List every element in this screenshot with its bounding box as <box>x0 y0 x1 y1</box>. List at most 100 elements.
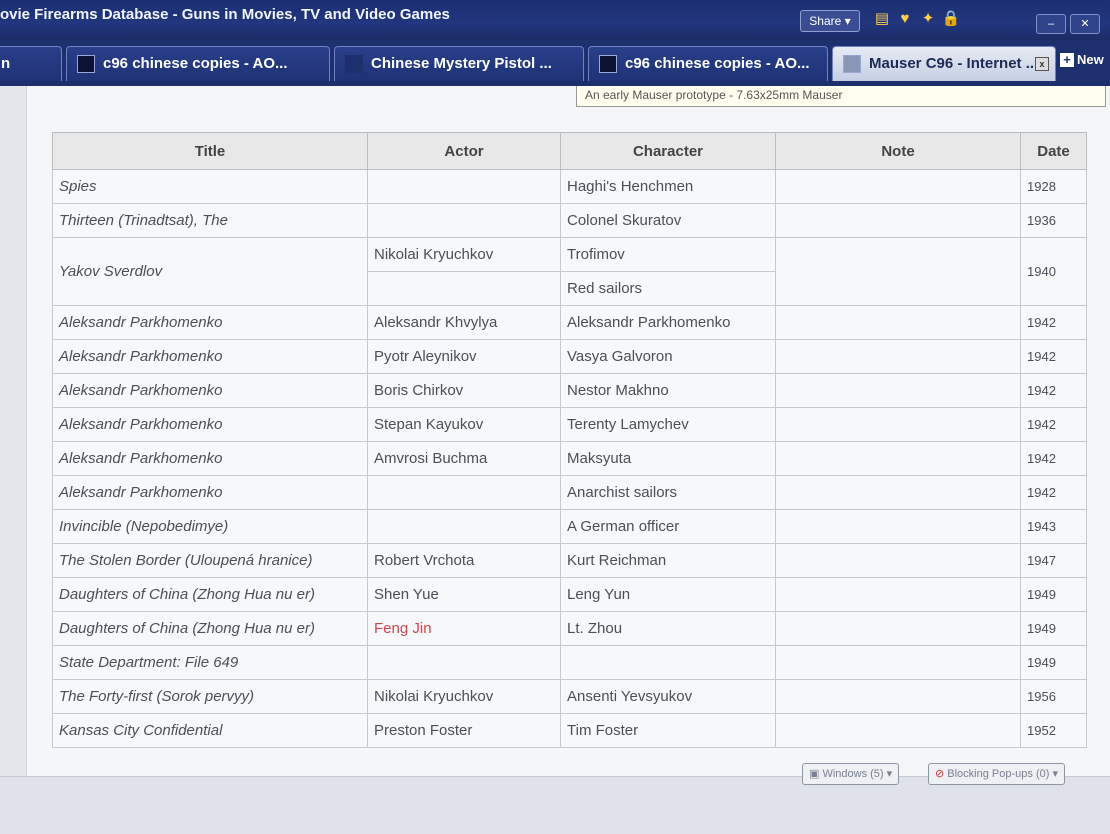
table-row: The Stolen Border (Uloupená hranice) Rob… <box>52 543 1087 578</box>
cell-actor <box>367 169 561 204</box>
cell-actor[interactable]: Preston Foster <box>367 713 561 748</box>
cell-note <box>775 611 1021 646</box>
table-row: Aleksandr Parkhomenko Stepan Kayukov Ter… <box>52 407 1087 442</box>
cell-actor <box>367 645 561 680</box>
cell-actor[interactable]: Aleksandr Khvylya <box>367 305 561 340</box>
tab-favicon-icon <box>843 55 861 74</box>
cell-date: 1942 <box>1020 339 1087 374</box>
tab-active[interactable]: Mauser C96 - Internet ... x <box>832 46 1056 81</box>
new-tab-button[interactable]: + New <box>1060 52 1104 67</box>
header-date[interactable]: Date <box>1020 132 1087 170</box>
cell-date: 1942 <box>1020 475 1087 510</box>
popup-blocker-button[interactable]: ⊘ Blocking Pop-ups (0) ▾ <box>928 763 1065 785</box>
cell-title[interactable]: State Department: File 649 <box>52 645 368 680</box>
cell-note <box>775 577 1021 612</box>
header-note[interactable]: Note <box>775 132 1021 170</box>
tab-favicon-icon <box>77 55 95 74</box>
cell-actor <box>367 271 561 306</box>
table-row: Thirteen (Trinadtsat), The Colonel Skura… <box>52 203 1087 238</box>
cell-title[interactable]: Aleksandr Parkhomenko <box>52 475 368 510</box>
windows-button[interactable]: ▣ Windows (5) ▾ <box>802 763 900 785</box>
cell-date: 1952 <box>1020 713 1087 748</box>
cell-actor[interactable]: Amvrosi Buchma <box>367 441 561 476</box>
cell-actor[interactable]: Shen Yue <box>367 577 561 612</box>
toolbar-icons: ▤ ♥ ✦ 🔒 <box>872 9 964 30</box>
window-titlebar: ovie Firearms Database - Guns in Movies,… <box>0 0 1110 40</box>
cell-date: 1942 <box>1020 305 1087 340</box>
cell-actor[interactable]: Boris Chirkov <box>367 373 561 408</box>
cell-character: Colonel Skuratov <box>560 203 776 238</box>
cell-title[interactable]: Invincible (Nepobedimye) <box>52 509 368 544</box>
tab-3[interactable]: c96 chinese copies - AO... <box>588 46 828 81</box>
cell-character: Nestor Makhno <box>560 373 776 408</box>
table-row: The Forty-first (Sorok pervyy) Nikolai K… <box>52 679 1087 714</box>
cell-note <box>775 475 1021 510</box>
cell-note <box>775 645 1021 680</box>
plus-icon: + <box>1060 53 1074 67</box>
cell-date: 1936 <box>1020 203 1087 238</box>
cell-title[interactable]: Aleksandr Parkhomenko <box>52 441 368 476</box>
header-character[interactable]: Character <box>560 132 776 170</box>
cell-character: Tim Foster <box>560 713 776 748</box>
cell-date: 1947 <box>1020 543 1087 578</box>
cell-title[interactable]: Yakov Sverdlov <box>52 237 368 306</box>
cell-actor[interactable]: Nikolai Kryuchkov <box>367 679 561 714</box>
cell-note <box>775 373 1021 408</box>
cell-actor <box>367 203 561 238</box>
tab-label: n <box>1 55 11 72</box>
cell-actor[interactable]: Nikolai Kryuchkov <box>367 237 561 272</box>
cell-actor[interactable]: Stepan Kayukov <box>367 407 561 442</box>
cell-character: Aleksandr Parkhomenko <box>560 305 776 340</box>
cell-note <box>775 679 1021 714</box>
cell-title[interactable]: Aleksandr Parkhomenko <box>52 407 368 442</box>
tab-1[interactable]: c96 chinese copies - AO... <box>66 46 330 81</box>
cell-character: Vasya Galvoron <box>560 339 776 374</box>
tab-label: Chinese Mystery Pistol ... <box>371 55 552 72</box>
cell-title[interactable]: Kansas City Confidential <box>52 713 368 748</box>
cell-character: Maksyuta <box>560 441 776 476</box>
cell-date: 1949 <box>1020 577 1087 612</box>
cell-actor <box>367 509 561 544</box>
addon-icon[interactable]: ✦ <box>918 9 938 29</box>
share-button[interactable]: Share ▾ <box>800 10 860 32</box>
heart-icon[interactable]: ♥ <box>895 10 915 30</box>
cell-title[interactable]: Daughters of China (Zhong Hua nu er) <box>52 611 368 646</box>
tab-strip: n c96 chinese copies - AO... Chinese Mys… <box>0 40 1110 86</box>
cell-actor[interactable]: Robert Vrchota <box>367 543 561 578</box>
cell-note <box>775 407 1021 442</box>
tab-2[interactable]: Chinese Mystery Pistol ... <box>334 46 584 81</box>
cell-date: 1940 <box>1020 237 1087 306</box>
lock-icon[interactable]: 🔒 <box>941 9 961 29</box>
cell-actor[interactable]: Pyotr Aleynikov <box>367 339 561 374</box>
tab-0[interactable]: n <box>0 46 62 81</box>
page-icon[interactable]: ▤ <box>872 9 892 29</box>
table-row: Aleksandr Parkhomenko Boris Chirkov Nest… <box>52 373 1087 408</box>
close-tab-icon[interactable]: x <box>1035 57 1049 71</box>
cell-title[interactable]: The Stolen Border (Uloupená hranice) <box>52 543 368 578</box>
cell-character: Trofimov <box>560 237 776 272</box>
cell-character: A German officer <box>560 509 776 544</box>
cell-note <box>775 203 1021 238</box>
cell-title[interactable]: Aleksandr Parkhomenko <box>52 339 368 374</box>
table-row: Aleksandr Parkhomenko Amvrosi Buchma Mak… <box>52 441 1087 476</box>
cell-date: 1942 <box>1020 373 1087 408</box>
cell-date: 1928 <box>1020 169 1087 204</box>
new-tab-label: New <box>1077 52 1104 67</box>
cell-title[interactable]: Daughters of China (Zhong Hua nu er) <box>52 577 368 612</box>
table-row: Invincible (Nepobedimye) A German office… <box>52 509 1087 544</box>
window-icon: ▣ <box>809 768 823 780</box>
cell-title[interactable]: Thirteen (Trinadtsat), The <box>52 203 368 238</box>
cell-character: Haghi's Henchmen <box>560 169 776 204</box>
close-window-icon[interactable]: ✕ <box>1070 14 1100 34</box>
header-actor[interactable]: Actor <box>367 132 561 170</box>
cell-actor[interactable]: Feng Jin <box>367 611 561 646</box>
minimize-icon[interactable]: – <box>1036 14 1066 34</box>
cell-note <box>775 713 1021 748</box>
cell-title[interactable]: The Forty-first (Sorok pervyy) <box>52 679 368 714</box>
table-row: Kansas City Confidential Preston Foster … <box>52 713 1087 748</box>
cell-title[interactable]: Aleksandr Parkhomenko <box>52 305 368 340</box>
cell-title[interactable]: Spies <box>52 169 368 204</box>
status-bar: ▣ Windows (5) ▾ ⊘ Blocking Pop-ups (0) ▾ <box>0 763 1110 834</box>
header-title[interactable]: Title <box>52 132 368 170</box>
cell-title[interactable]: Aleksandr Parkhomenko <box>52 373 368 408</box>
